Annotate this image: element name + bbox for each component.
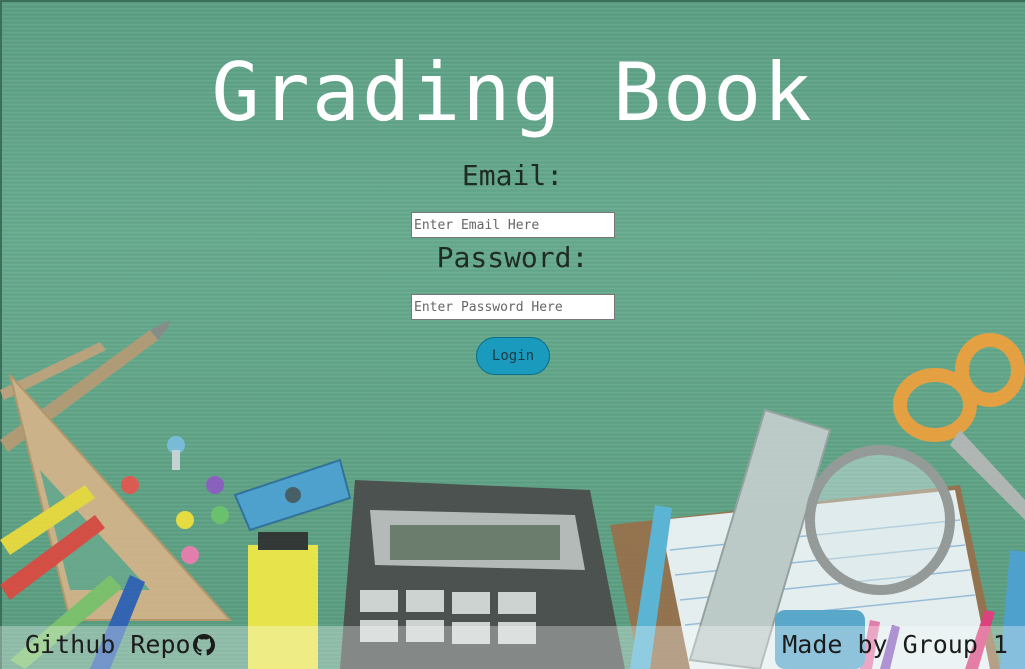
credit-text: Made by Group 1: [782, 630, 1008, 659]
github-repo-label: Github Repo: [25, 630, 191, 659]
github-icon: [192, 634, 215, 656]
email-field[interactable]: [411, 212, 615, 238]
login-button[interactable]: Login: [476, 337, 550, 375]
password-label: Password:: [436, 241, 589, 274]
github-repo-link[interactable]: Github Repo: [25, 630, 215, 660]
email-label: Email:: [461, 159, 564, 192]
page-title: Grading Book: [211, 46, 814, 139]
password-field[interactable]: [411, 294, 615, 320]
window-border-top: [0, 0, 1025, 2]
